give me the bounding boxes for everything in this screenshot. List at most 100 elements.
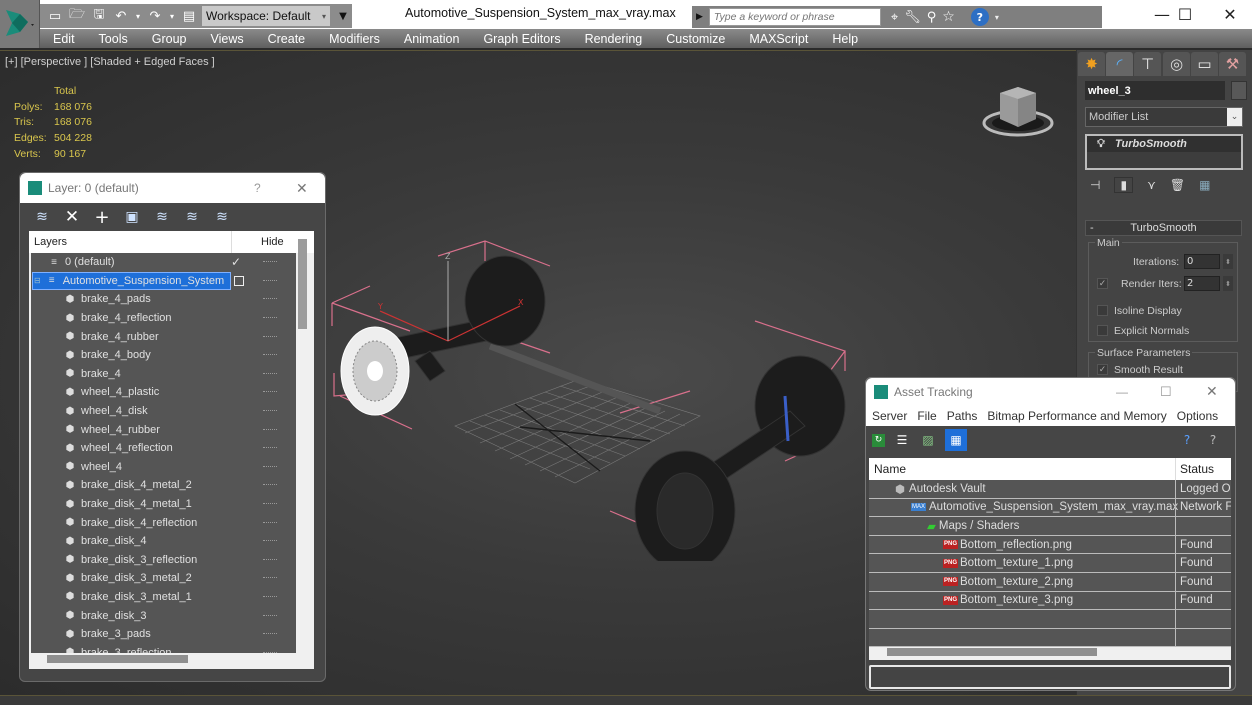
object-row[interactable]: ⬢ brake_3_reflection	[31, 643, 296, 653]
menu-rendering[interactable]: Rendering	[573, 32, 655, 46]
object-row[interactable]: ⬢ wheel_4_rubber	[31, 420, 296, 439]
menu-customize[interactable]: Customize	[654, 32, 737, 46]
object-row[interactable]: ⬢ brake_disk_4_metal_2	[31, 476, 296, 495]
menu-views[interactable]: Views	[198, 32, 255, 46]
make-unique-icon[interactable]: ⋎	[1147, 178, 1156, 192]
object-row[interactable]: ⬢ brake_disk_4	[31, 532, 296, 551]
isoline-display-checkbox[interactable]	[1097, 305, 1108, 316]
hide-toggle[interactable]	[263, 317, 277, 319]
create-tab-icon[interactable]: ✸	[1078, 52, 1105, 76]
menu-edit[interactable]: Edit	[40, 32, 87, 46]
object-row[interactable]: ⬢ brake_4_rubber	[31, 327, 296, 346]
asset-row[interactable]: ⬢ Autodesk Vault Logged O	[869, 480, 1231, 499]
asset-row[interactable]: PNG Bottom_texture_1.png Found	[869, 554, 1231, 573]
hide-toggle[interactable]	[263, 614, 277, 617]
object-row[interactable]: ⬢ wheel_4	[31, 458, 296, 477]
new-file-icon[interactable]: ▭	[46, 7, 64, 25]
hide-toggle[interactable]	[263, 558, 277, 561]
delete-layer-icon[interactable]: ✕	[62, 207, 82, 227]
hide-unhide-all-icon[interactable]: ≋	[212, 207, 232, 227]
modifier-stack-item[interactable]: 💡︎ TurboSmooth	[1087, 136, 1241, 152]
suspension-model[interactable]: Z Y X	[320, 221, 880, 561]
set-current-layer-icon[interactable]	[234, 275, 244, 286]
close-button[interactable]: ✕	[1206, 383, 1218, 400]
layer-row[interactable]: ⊟ ≡ Automotive_Suspension_System	[31, 271, 296, 291]
hide-toggle[interactable]	[263, 521, 277, 524]
hide-toggle[interactable]	[263, 595, 277, 598]
object-row[interactable]: ⬢ wheel_4_disk	[31, 402, 296, 421]
object-row[interactable]: ⬢ brake_4	[31, 365, 296, 384]
open-folder-icon[interactable]: 🗁	[68, 7, 86, 25]
viewcube-icon[interactable]	[980, 79, 1060, 141]
asset-row[interactable]: MAX Automotive_Suspension_System_max_vray…	[869, 498, 1231, 518]
menu-file[interactable]: File	[917, 409, 936, 423]
select-objects-icon[interactable]: ▣	[122, 207, 142, 227]
hide-toggle[interactable]	[263, 484, 277, 486]
object-row[interactable]: ⬢ brake_3_pads	[31, 625, 296, 644]
menu-help[interactable]: Help	[820, 32, 870, 46]
collapse-icon[interactable]: -	[1090, 222, 1094, 234]
expand-arrow-icon[interactable]: ▶	[696, 12, 703, 22]
satellite-icon[interactable]: ⚲	[927, 10, 937, 25]
save-icon[interactable]: 🖫	[90, 7, 108, 25]
object-row[interactable]: ⬢ brake_4_body	[31, 346, 296, 365]
vertical-scrollbar[interactable]	[298, 239, 307, 329]
horizontal-scrollbar[interactable]	[47, 655, 188, 663]
object-row[interactable]: ⬢ brake_disk_4_reflection	[31, 513, 296, 532]
menu-options[interactable]: Options	[1177, 409, 1218, 423]
show-end-result-icon[interactable]: ▮	[1114, 177, 1134, 193]
refresh-icon[interactable]: ↻	[872, 433, 885, 447]
hierarchy-tab-icon[interactable]: ⊤	[1134, 52, 1161, 76]
object-row[interactable]: ⬢ brake_disk_3	[31, 606, 296, 625]
context-help-icon[interactable]: ?	[1204, 431, 1222, 449]
modifier-list-dropdown[interactable]: Modifier List	[1085, 107, 1243, 127]
menu-maxscript[interactable]: MAXScript	[737, 32, 820, 46]
minimize-button[interactable]: —	[1116, 385, 1128, 399]
column-status[interactable]: Status	[1175, 458, 1214, 480]
render-iters-spinner[interactable]: 2	[1184, 276, 1220, 291]
new-layer-icon[interactable]: ≋	[32, 207, 52, 227]
highlight-layer-icon[interactable]: ≋	[182, 207, 202, 227]
hide-toggle[interactable]	[263, 410, 277, 412]
star-icon[interactable]: ☆	[942, 9, 955, 25]
binoculars-icon[interactable]: ⌖	[891, 10, 898, 25]
help-icon[interactable]: ?	[1178, 431, 1196, 449]
help-dropdown-icon[interactable]: ▾	[995, 13, 999, 22]
add-to-layer-icon[interactable]: +	[92, 207, 112, 228]
hide-toggle[interactable]	[263, 335, 277, 338]
lightbulb-icon[interactable]: 💡︎	[1087, 138, 1115, 151]
redo-icon[interactable]: ↷	[146, 7, 164, 25]
object-name-field[interactable]: wheel_3	[1085, 81, 1225, 100]
wrench-icon[interactable]: 🔧︎	[904, 10, 921, 25]
menu-graph-editors[interactable]: Graph Editors	[471, 32, 572, 46]
help-icon[interactable]: ?	[970, 8, 989, 26]
close-button[interactable]: ✕	[1207, 0, 1252, 28]
explicit-normals-checkbox[interactable]	[1097, 325, 1108, 336]
horizontal-scrollbar[interactable]	[887, 648, 1097, 656]
object-row[interactable]: ⬢ brake_disk_4_metal_1	[31, 495, 296, 514]
maximize-button[interactable]: ☐	[1162, 0, 1208, 28]
column-name[interactable]: Name	[869, 462, 906, 476]
list-view-icon[interactable]: ☰	[893, 431, 911, 449]
smooth-result-checkbox[interactable]: ✓	[1097, 364, 1108, 375]
menu-create[interactable]: Create	[256, 32, 318, 46]
column-layers[interactable]: Layers	[29, 236, 67, 248]
object-row[interactable]: ⬢ brake_4_pads	[31, 290, 296, 309]
table-view-icon[interactable]: ▦	[945, 429, 967, 451]
object-color-swatch[interactable]	[1231, 81, 1247, 100]
render-iters-checkbox[interactable]: ✓	[1097, 278, 1108, 289]
asset-row[interactable]: PNG Bottom_reflection.png Found	[869, 535, 1231, 555]
select-layer-icon[interactable]: ≋	[152, 207, 172, 227]
maximize-button[interactable]: ☐	[1160, 384, 1172, 400]
app-menu-button[interactable]	[0, 0, 40, 48]
object-row[interactable]: ⬢ wheel_4_plastic	[31, 383, 296, 402]
help-button[interactable]: ?	[254, 181, 261, 195]
column-hide[interactable]: Hide	[261, 236, 284, 248]
display-tab-icon[interactable]: ▭	[1191, 52, 1218, 76]
dialog-titlebar[interactable]: Asset Tracking — ☐ ✕	[866, 378, 1235, 405]
remove-modifier-icon[interactable]: 🗑︎	[1170, 178, 1185, 192]
active-checkmark-icon[interactable]: ✓	[231, 255, 241, 269]
project-folder-icon[interactable]: ▤	[180, 7, 198, 25]
object-row[interactable]: ⬢ brake_disk_3_metal_2	[31, 569, 296, 588]
menu-animation[interactable]: Animation	[392, 32, 472, 46]
